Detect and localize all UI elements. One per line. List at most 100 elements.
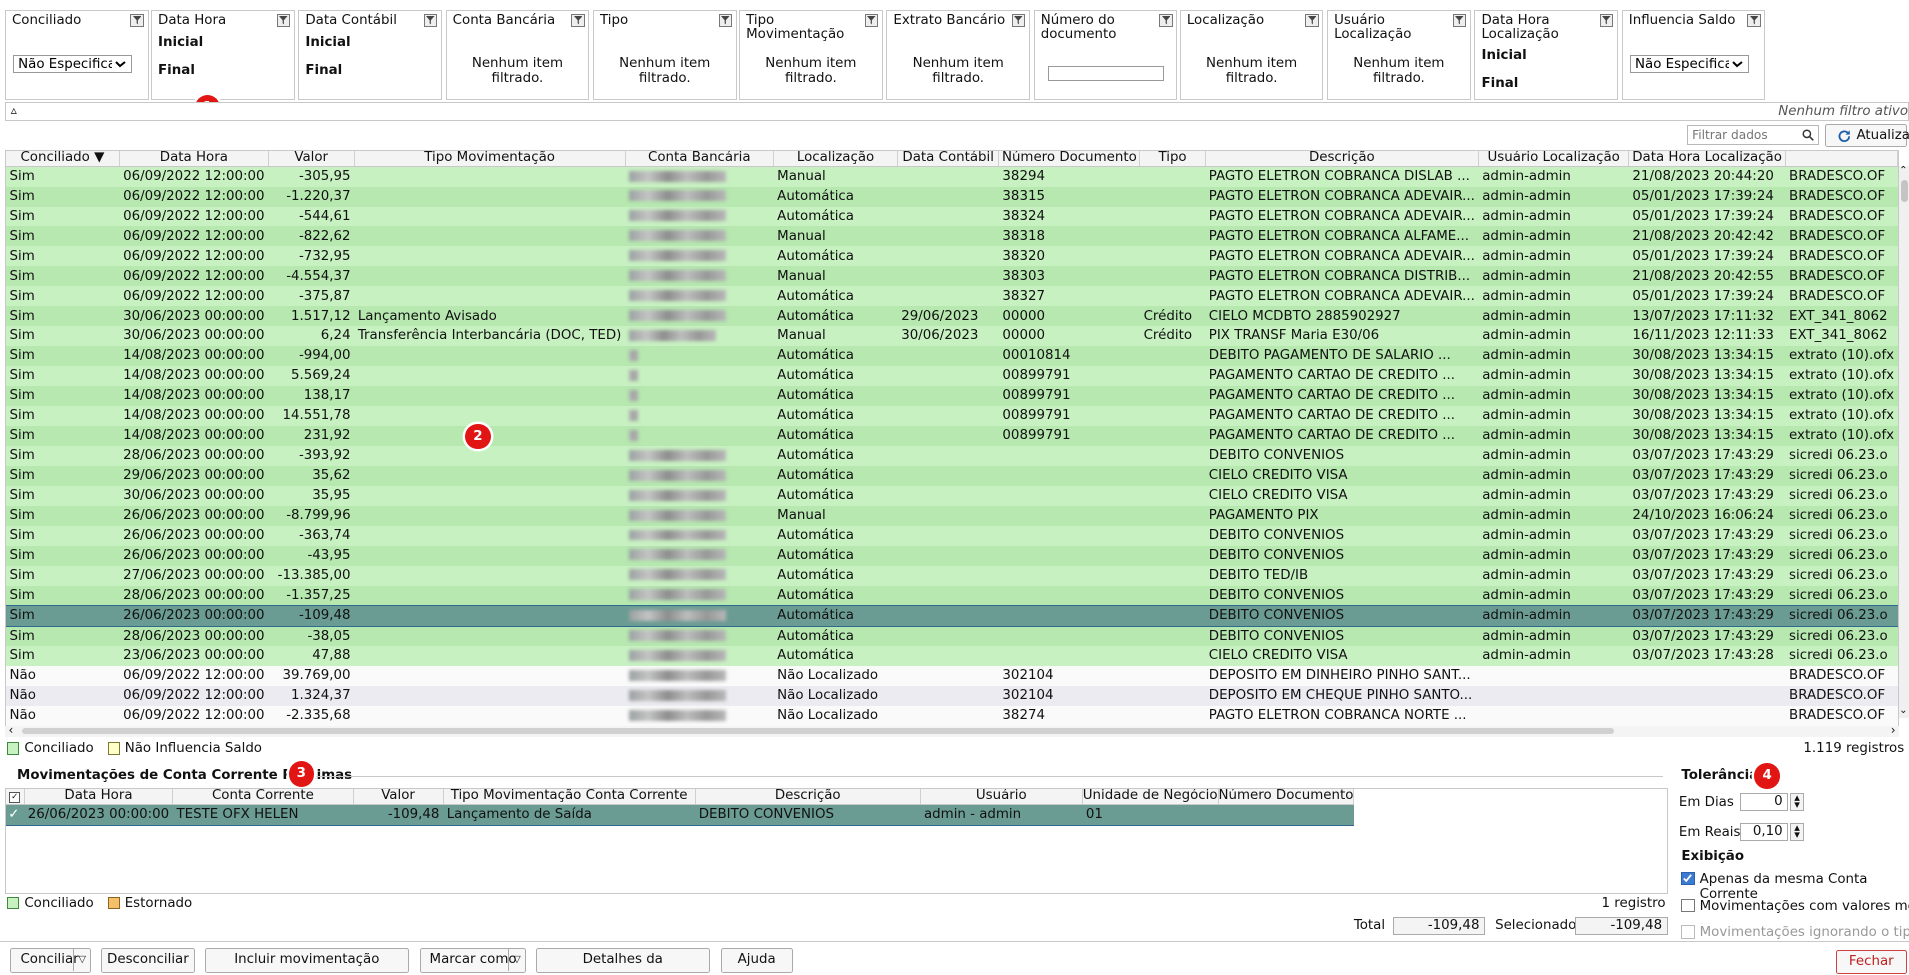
cell-loc[interactable]: Automática xyxy=(773,425,898,446)
redacted-account-cell[interactable] xyxy=(625,465,774,486)
cell-d[interactable]: PAGAMENTO CARTAO DE CREDITO ... xyxy=(1205,425,1479,446)
filter-range-start[interactable]: Inicial xyxy=(158,35,203,50)
cell-dh[interactable]: 29/06/2023 00:00:00 xyxy=(119,465,269,486)
cell-t[interactable] xyxy=(1139,626,1206,647)
table-row[interactable]: Sim 06/09/2022 12:00:00 -305,95 Manual 38294… xyxy=(5,166,1898,187)
cell-tm[interactable] xyxy=(354,485,626,506)
cell-u[interactable]: admin-admin xyxy=(1478,206,1629,227)
cell-dh[interactable]: 28/06/2023 00:00:00 xyxy=(119,585,269,606)
nearby-column-header[interactable]: Descrição xyxy=(695,788,921,806)
cell-u[interactable]: admin-admin xyxy=(1478,485,1629,506)
cell-c[interactable]: Sim xyxy=(5,346,120,367)
redacted-account-cell[interactable] xyxy=(625,585,774,606)
table-row[interactable]: Sim 30/06/2023 00:00:00 35,95 Automática CIE… xyxy=(5,485,1898,506)
cell-v[interactable]: -1.220,37 xyxy=(268,186,355,207)
cell-c[interactable]: Sim xyxy=(5,186,120,207)
column-header[interactable]: Valor xyxy=(268,150,355,168)
table-row[interactable]: Sim 06/09/2022 12:00:00 -375,87 Automática 3… xyxy=(5,286,1898,307)
cell-u[interactable] xyxy=(1478,666,1629,686)
cell-c[interactable]: Sim xyxy=(5,386,120,407)
cell-u[interactable]: admin-admin xyxy=(1478,286,1629,307)
cell-tm[interactable] xyxy=(354,366,626,387)
cell-dc[interactable] xyxy=(897,545,999,566)
cell-v[interactable]: -2.335,68 xyxy=(268,705,355,726)
nearby-cell-cc[interactable]: TESTE OFX HELEN xyxy=(172,804,353,826)
redacted-account-cell[interactable] xyxy=(625,525,774,546)
cell-e[interactable]: BRADESCO.OF xyxy=(1785,226,1898,247)
cell-tm[interactable]: Transferência Interbancária (DOC, TED) xyxy=(354,326,626,347)
cell-dc[interactable] xyxy=(897,226,999,247)
nearby-cell-v[interactable]: -109,48 xyxy=(353,804,444,826)
column-header[interactable]: Data Hora Localização xyxy=(1628,150,1786,168)
cell-t[interactable] xyxy=(1139,465,1206,486)
cell-loc[interactable]: Manual xyxy=(773,326,898,347)
cell-nd[interactable] xyxy=(998,485,1140,506)
cell-v[interactable]: 6,24 xyxy=(268,326,355,347)
cell-dhl[interactable]: 21/08/2023 20:42:55 xyxy=(1628,266,1786,287)
cell-dc[interactable] xyxy=(897,166,999,187)
cell-d[interactable]: PAGTO ELETRON COBRANCA ADEVAIR... xyxy=(1205,246,1479,267)
days-input[interactable]: 0 xyxy=(1739,792,1789,811)
redacted-account-cell[interactable] xyxy=(625,605,774,627)
cell-loc[interactable]: Automática xyxy=(773,565,898,586)
filter-panel-3[interactable]: Data Contábil Inicial Final xyxy=(298,9,442,100)
cell-d[interactable]: PAGAMENTO CARTAO DE CREDITO ... xyxy=(1205,386,1479,407)
cell-dc[interactable] xyxy=(897,646,999,667)
cell-dh[interactable]: 26/06/2023 00:00:00 xyxy=(119,605,269,627)
cell-tm[interactable] xyxy=(354,545,626,566)
table-row[interactable]: Sim 06/09/2022 12:00:00 -1.220,37 Automátic… xyxy=(5,186,1898,207)
table-row[interactable]: Sim 26/06/2023 00:00:00 -109,48 Automática D… xyxy=(5,605,1898,627)
ignore-type-checkbox[interactable] xyxy=(1681,925,1695,939)
cell-dhl[interactable]: 21/08/2023 20:44:20 xyxy=(1628,166,1786,187)
cell-nd[interactable]: 00000 xyxy=(998,306,1140,327)
table-row[interactable]: Sim 14/08/2023 00:00:00 -994,00 Automática 0… xyxy=(5,346,1898,367)
cell-dhl[interactable]: 30/08/2023 13:34:15 xyxy=(1628,386,1786,407)
cell-loc[interactable]: Automática xyxy=(773,545,898,566)
cell-dhl[interactable]: 03/07/2023 17:43:29 xyxy=(1628,525,1786,546)
column-header[interactable]: Localização xyxy=(773,150,899,168)
cell-v[interactable]: -375,87 xyxy=(268,286,355,307)
cell-e[interactable]: sicredi 06.23.o xyxy=(1785,585,1898,606)
cell-dhl[interactable]: 03/07/2023 17:43:29 xyxy=(1628,545,1786,566)
column-header[interactable]: Conta Bancária xyxy=(625,150,775,168)
cell-dhl[interactable]: 24/10/2023 16:06:24 xyxy=(1628,505,1786,526)
cell-loc[interactable]: Manual xyxy=(773,266,898,287)
cell-v[interactable]: -13.385,00 xyxy=(268,565,355,586)
cell-t[interactable] xyxy=(1139,485,1206,506)
collapse-filters-icon[interactable]: ▵ xyxy=(11,103,17,117)
same-account-checkbox[interactable] xyxy=(1681,871,1695,886)
cell-d[interactable]: PAGTO ELETRON COBRANCA ALFAME... xyxy=(1205,226,1479,247)
cell-dc[interactable] xyxy=(897,505,999,526)
search-icon[interactable] xyxy=(1802,129,1815,145)
cell-loc[interactable]: Automática xyxy=(773,406,898,426)
redacted-account-cell[interactable] xyxy=(625,406,774,426)
cell-v[interactable]: -994,00 xyxy=(268,346,355,367)
cell-e[interactable]: EXT_341_8062 xyxy=(1785,326,1898,347)
cell-dc[interactable] xyxy=(897,406,999,426)
cell-e[interactable]: sicredi 06.23.o xyxy=(1785,545,1898,566)
cell-e[interactable]: sicredi 06.23.o xyxy=(1785,605,1898,627)
nearby-cell-check[interactable]: ✓ xyxy=(5,804,25,826)
filter-range-end[interactable]: Final xyxy=(158,63,195,78)
cell-nd[interactable]: 00899791 xyxy=(998,406,1140,426)
column-header[interactable]: Número Documento xyxy=(998,150,1141,168)
cell-v[interactable]: 35,62 xyxy=(268,465,355,486)
cell-d[interactable]: DEBITO TED/IB xyxy=(1205,565,1479,586)
cell-dh[interactable]: 14/08/2023 00:00:00 xyxy=(119,406,269,426)
redacted-account-cell[interactable] xyxy=(625,326,774,347)
cell-v[interactable]: -109,48 xyxy=(268,605,355,627)
cell-dc[interactable] xyxy=(897,266,999,287)
cell-c[interactable]: Sim xyxy=(5,406,120,426)
cell-dc[interactable] xyxy=(897,386,999,407)
cell-dc[interactable] xyxy=(897,186,999,207)
cell-dc[interactable] xyxy=(897,465,999,486)
table-row[interactable]: Sim 23/06/2023 00:00:00 47,88 Automática CIE… xyxy=(5,646,1898,667)
cell-loc[interactable]: Não Localizado xyxy=(773,705,898,726)
ajuda-button[interactable]: Ajuda xyxy=(720,948,793,973)
cell-dc[interactable] xyxy=(897,346,999,367)
cell-e[interactable]: extrato (10).ofx xyxy=(1785,406,1898,426)
cell-c[interactable]: Sim xyxy=(5,565,120,586)
cell-u[interactable]: admin-admin xyxy=(1478,366,1629,387)
cell-v[interactable]: -732,95 xyxy=(268,246,355,267)
cell-u[interactable]: admin-admin xyxy=(1478,226,1629,247)
